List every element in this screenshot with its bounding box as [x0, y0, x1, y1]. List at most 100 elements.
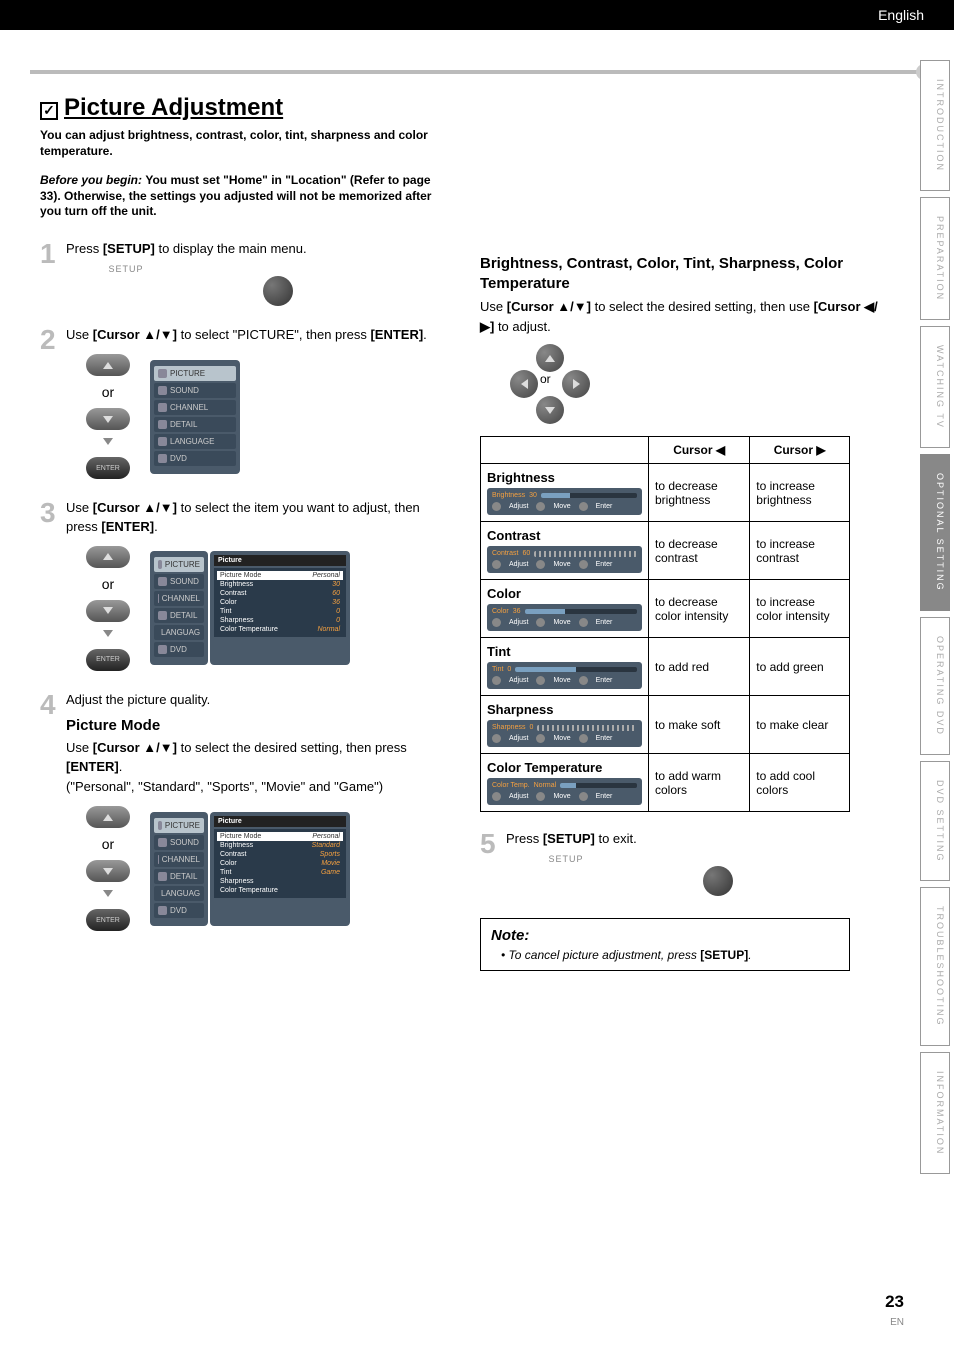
page-content: ✓ Picture Adjustment You can adjust brig… — [0, 74, 954, 971]
osd-footer-label: Move — [553, 677, 570, 684]
menu-item-icon — [158, 369, 167, 378]
osd-param-name: Sharpness — [492, 724, 525, 731]
osd-footer-label: Adjust — [509, 503, 528, 510]
osd-footer-icon — [536, 676, 545, 685]
settings-title: Picture — [214, 555, 346, 566]
settings-value: Personal — [312, 833, 340, 840]
side-tab[interactable]: TROUBLESHOOTING — [920, 887, 950, 1046]
step-2-figure: or ENTER PICTURESOUNDCHANNELDETAILLANGUA… — [86, 354, 450, 479]
full-dpad-figure: or — [510, 344, 590, 424]
osd-param-value: 60 — [522, 550, 530, 557]
osd-bar — [525, 609, 637, 614]
step-3-text: Use [Cursor ▲/▼] to select the item you … — [66, 499, 450, 535]
cursor-up-icon — [86, 806, 130, 828]
menu-item-icon — [158, 386, 167, 395]
osd-footer-label: Enter — [596, 793, 613, 800]
settings-value: Normal — [317, 626, 340, 633]
side-tab[interactable]: WATCHING TV — [920, 326, 950, 448]
settings-title: Picture — [214, 816, 346, 827]
settings-row: Picture Mode Personal — [217, 832, 343, 841]
settings-row: TintGame — [217, 868, 343, 877]
settings-key: Contrast — [220, 590, 246, 597]
menu-item-label: DETAIL — [170, 872, 197, 881]
adjustment-cell: TintTint0AdjustMoveEnter — [481, 638, 649, 696]
osd-param-value: Normal — [534, 782, 557, 789]
adjustment-name: Sharpness — [487, 702, 642, 717]
cursor-left-effect: to add warm colors — [649, 754, 750, 812]
menu-item-label: PICTURE — [165, 821, 200, 830]
menu-item-icon — [158, 594, 159, 603]
side-tab[interactable]: DVD SETTING — [920, 761, 950, 882]
adjustment-osd: Contrast60AdjustMoveEnter — [487, 546, 642, 573]
menu-item-label: SOUND — [170, 386, 199, 395]
cursor-left-effect: to decrease contrast — [649, 522, 750, 580]
osd-bar — [560, 783, 637, 788]
arrow-down-icon — [103, 630, 113, 637]
side-tab[interactable]: INFORMATION — [920, 1052, 950, 1174]
cursor-left-effect: to make soft — [649, 696, 750, 754]
settings-value: Sports — [320, 851, 340, 858]
or-label: or — [540, 372, 551, 386]
osd-param-value: 0 — [507, 666, 511, 673]
osd-bar — [541, 493, 637, 498]
right-column: Brightness, Contrast, Color, Tint, Sharp… — [480, 94, 890, 971]
osd-menu-item: DETAIL — [154, 608, 204, 623]
adjustment-instruction: Use [Cursor ▲/▼] to select the desired s… — [480, 297, 890, 336]
osd-footer-icon — [579, 734, 588, 743]
side-tab[interactable]: OPTIONAL SETTING — [920, 454, 950, 611]
menu-item-label: DVD — [170, 906, 187, 915]
step-2: 2 Use [Cursor ▲/▼] to select "PICTURE", … — [40, 326, 450, 489]
osd-menu-item: SOUND — [154, 574, 204, 589]
cursor-right-effect: to increase brightness — [750, 464, 850, 522]
dpad-vertical: or ENTER — [86, 354, 130, 479]
osd-menu-item: DVD — [154, 451, 236, 466]
settings-value: Game — [321, 869, 340, 876]
menu-item-label: CHANNEL — [170, 403, 208, 412]
header-language: English — [878, 7, 924, 23]
osd-param-name: Contrast — [492, 550, 518, 557]
osd-param-name: Tint — [492, 666, 503, 673]
step-1: 1 Press [SETUP] to display the main menu… — [40, 240, 450, 316]
cursor-right-effect: to increase contrast — [750, 522, 850, 580]
picture-settings-panel: PicturePicture ModePersonalBrightness30C… — [210, 551, 350, 665]
cursor-left-effect: to add red — [649, 638, 750, 696]
enter-button-icon: ENTER — [86, 649, 130, 671]
osd-menu-item: CHANNEL — [154, 400, 236, 415]
osd-footer-label: Enter — [596, 677, 613, 684]
menu-item-label: CHANNEL — [162, 594, 200, 603]
osd-menu-item: PICTURE — [154, 818, 204, 833]
side-tab[interactable]: PREPARATION — [920, 197, 950, 320]
adjustment-name: Tint — [487, 644, 642, 659]
osd-menu: PICTURESOUNDCHANNELDETAILLANGUAGDVD — [150, 551, 208, 665]
side-tab[interactable]: OPERATING DVD — [920, 617, 950, 755]
cursor-down-icon — [86, 408, 130, 430]
adjustment-osd: Color36AdjustMoveEnter — [487, 604, 642, 631]
settings-key: Picture Mode — [220, 833, 261, 840]
adjustment-osd: Brightness30AdjustMoveEnter — [487, 488, 642, 515]
adjustment-osd: Tint0AdjustMoveEnter — [487, 662, 642, 689]
table-row: ContrastContrast60AdjustMoveEnterto decr… — [481, 522, 850, 580]
settings-row: Color36 — [217, 598, 343, 607]
picture-settings-panel-2: Picture Picture Mode PersonalBrightnessSta… — [210, 812, 350, 926]
adjustment-cell: ContrastContrast60AdjustMoveEnter — [481, 522, 649, 580]
settings-value: Standard — [312, 842, 340, 849]
menu-item-icon — [158, 872, 167, 881]
osd-footer-icon — [536, 502, 545, 511]
table-row: TintTint0AdjustMoveEnterto add redto add… — [481, 638, 850, 696]
osd-footer-label: Move — [553, 561, 570, 568]
settings-row: Contrast60 — [217, 589, 343, 598]
settings-key: Color Temperature — [220, 887, 278, 894]
adjustment-name: Color Temperature — [487, 760, 642, 775]
settings-value: 0 — [336, 608, 340, 615]
setup-label: SETUP — [106, 264, 146, 274]
osd-param-name: Color — [492, 608, 509, 615]
settings-row: BrightnessStandard — [217, 841, 343, 850]
step-2-text: Use [Cursor ▲/▼] to select "PICTURE", th… — [66, 326, 450, 344]
page-lang: EN — [890, 1317, 904, 1328]
side-tab[interactable]: INTRODUCTION — [920, 60, 950, 191]
settings-row: Brightness30 — [217, 580, 343, 589]
menu-item-icon — [158, 560, 162, 569]
osd-menu: PICTURESOUNDCHANNELDETAILLANGUAGDVD — [150, 812, 208, 926]
cursor-up-icon — [536, 344, 564, 372]
settings-value: Movie — [321, 860, 340, 867]
